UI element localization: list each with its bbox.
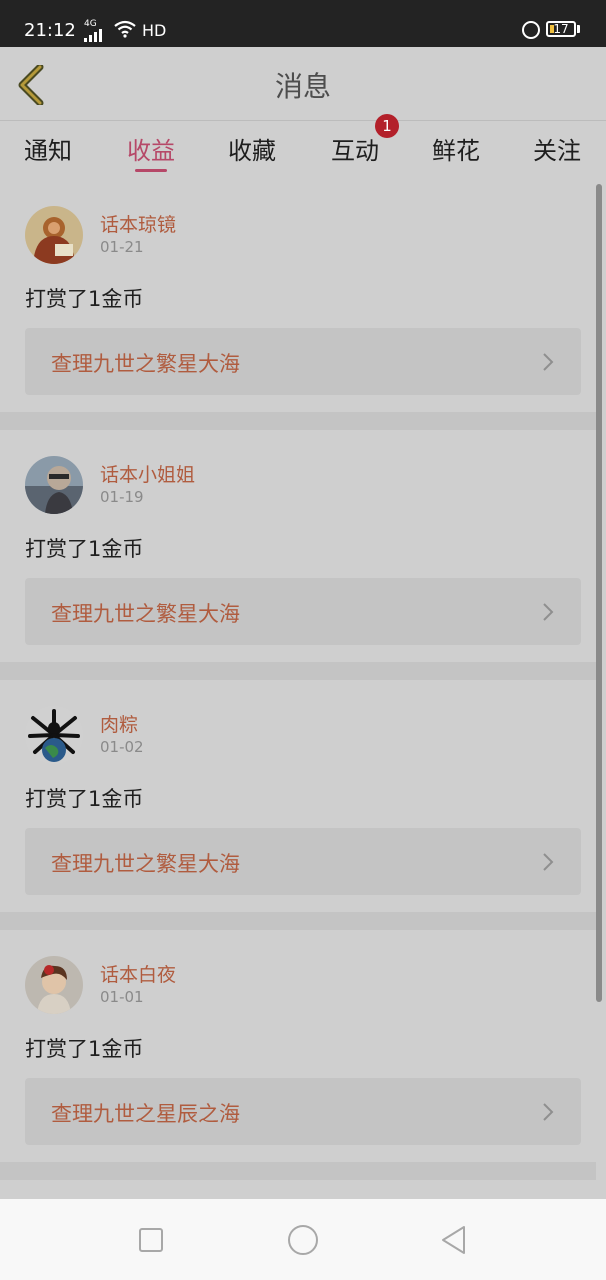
card-separator — [0, 1162, 596, 1180]
avatar[interactable] — [25, 456, 83, 514]
battery-icon: 17 — [546, 21, 576, 37]
tab-earnings[interactable]: 收益 — [111, 131, 191, 166]
message-text: 打赏了1金币 — [25, 1037, 144, 1061]
message-date: 01-02 — [100, 738, 144, 756]
message-card: 话本白夜 01-01 打赏了1金币 查理九世之星辰之海 — [0, 930, 596, 1162]
avatar[interactable] — [25, 956, 83, 1014]
chevron-right-icon — [543, 353, 554, 371]
book-link[interactable]: 查理九世之繁星大海 — [25, 828, 581, 895]
circle-icon[interactable] — [287, 1224, 319, 1256]
message-text: 打赏了1金币 — [25, 537, 144, 561]
top-bar: 消息 — [0, 47, 606, 121]
username[interactable]: 肉粽 — [100, 710, 138, 737]
signal-icon — [84, 29, 102, 42]
status-time: 21:12 — [24, 20, 76, 41]
triangle-back-icon[interactable] — [438, 1224, 470, 1256]
username[interactable]: 话本白夜 — [100, 960, 176, 987]
chevron-right-icon — [543, 603, 554, 621]
message-date: 01-19 — [100, 488, 144, 506]
card-separator — [0, 912, 596, 930]
book-title: 查理九世之繁星大海 — [51, 602, 240, 626]
book-title: 查理九世之星辰之海 — [51, 1102, 240, 1126]
interactions-badge: 1 — [375, 114, 399, 138]
book-title: 查理九世之繁星大海 — [51, 852, 240, 876]
battery-level: 17 — [553, 22, 569, 36]
system-nav-bar — [0, 1199, 606, 1280]
book-link[interactable]: 查理九世之星辰之海 — [25, 1078, 581, 1145]
book-title: 查理九世之繁星大海 — [51, 352, 240, 376]
avatar[interactable] — [25, 206, 83, 264]
message-card: 话本琼镜 01-21 打赏了1金币 查理九世之繁星大海 — [0, 180, 596, 412]
card-separator — [0, 412, 596, 430]
active-tab-indicator — [135, 169, 167, 172]
tab-following[interactable]: 关注 — [517, 131, 597, 166]
username[interactable]: 话本小姐姐 — [100, 460, 195, 487]
message-date: 01-01 — [100, 988, 144, 1006]
tab-favorites[interactable]: 收藏 — [212, 131, 292, 166]
tab-flowers[interactable]: 鲜花 — [416, 131, 496, 166]
square-icon[interactable] — [135, 1224, 167, 1256]
network-type: 4G — [84, 19, 97, 29]
page-title: 消息 — [274, 70, 331, 103]
avatar[interactable] — [25, 706, 83, 764]
battery-cap — [577, 25, 580, 33]
message-date: 01-21 — [100, 238, 144, 256]
username[interactable]: 话本琼镜 — [100, 210, 176, 237]
card-separator — [0, 662, 596, 680]
message-text: 打赏了1金币 — [25, 287, 144, 311]
scrollbar[interactable] — [596, 184, 602, 1002]
status-bar: 21:12 4G HD 17 — [0, 0, 606, 47]
tab-bar: 通知 收益 收藏 互动 鲜花 关注 — [0, 121, 606, 179]
book-link[interactable]: 查理九世之繁星大海 — [25, 578, 581, 645]
message-text: 打赏了1金币 — [25, 787, 144, 811]
chevron-right-icon — [543, 853, 554, 871]
message-card: 肉粽 01-02 打赏了1金币 查理九世之繁星大海 — [0, 680, 596, 912]
wifi-icon — [114, 20, 136, 38]
hd-indicator: HD — [142, 21, 167, 40]
book-link[interactable]: 查理九世之繁星大海 — [25, 328, 581, 395]
message-card: 话本小姐姐 01-19 打赏了1金币 查理九世之繁星大海 — [0, 430, 596, 662]
chevron-right-icon — [543, 1103, 554, 1121]
sync-icon — [522, 21, 540, 39]
tab-notifications[interactable]: 通知 — [8, 131, 88, 166]
